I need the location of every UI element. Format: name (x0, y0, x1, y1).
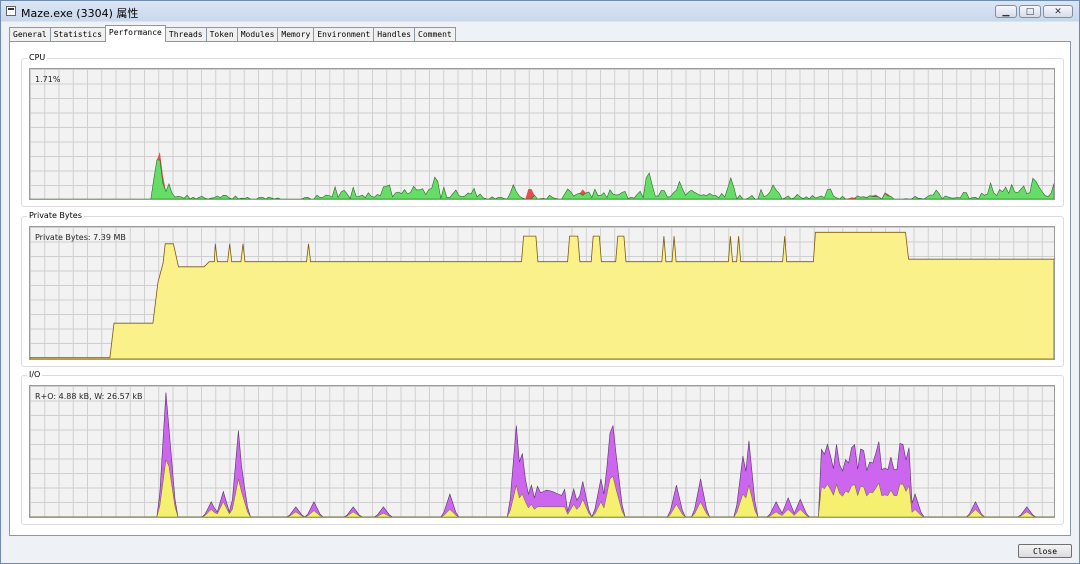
tab-token[interactable]: Token (205, 27, 238, 42)
tab-performance[interactable]: Performance (104, 25, 166, 42)
window-controls: ▁ □ ✕ (995, 5, 1073, 18)
window-title: Maze.exe (3304) 属性 (21, 7, 139, 20)
io-group-label: I/O (27, 370, 43, 379)
cpu-group: CPU 1.71% (21, 53, 1064, 207)
cpu-kernel-area (30, 152, 1054, 199)
private-bytes-area (30, 231, 1054, 359)
private-bytes-value: Private Bytes: 7.39 MB (35, 233, 126, 242)
tab-memory[interactable]: Memory (277, 27, 315, 42)
properties-window: Maze.exe (3304) 属性 ▁ □ ✕ General Statist… (0, 0, 1080, 564)
cpu-value: 1.71% (35, 75, 61, 84)
close-window-button[interactable]: ✕ (1043, 5, 1073, 18)
io-plot (30, 392, 1054, 517)
minimize-button[interactable]: ▁ (995, 5, 1017, 18)
io-graph: R+O: 4.88 kB, W: 26.57 kB (29, 385, 1055, 518)
cpu-plot (30, 152, 1054, 199)
tab-comment[interactable]: Comment (414, 27, 456, 42)
private-bytes-plot (30, 231, 1054, 359)
io-value: R+O: 4.88 kB, W: 26.57 kB (35, 392, 143, 401)
io-group: I/O R+O: 4.88 kB, W: 26.57 kB (21, 370, 1064, 525)
app-icon (6, 6, 16, 16)
title-bar[interactable]: Maze.exe (3304) 属性 ▁ □ ✕ (1, 1, 1079, 23)
tab-general[interactable]: General (9, 27, 51, 42)
tab-handles[interactable]: Handles (373, 27, 416, 42)
tab-threads[interactable]: Threads (164, 27, 207, 42)
private-bytes-graph: Private Bytes: 7.39 MB (29, 226, 1055, 360)
private-bytes-group: Private Bytes Private Bytes: 7.39 MB (21, 211, 1064, 367)
close-icon: ✕ (1054, 6, 1062, 17)
cpu-graph: 1.71% (29, 68, 1055, 200)
tab-strip: General Statistics Performance Threads T… (9, 25, 456, 42)
performance-panel: CPU 1.71% Private Bytes Private Bytes: 7… (9, 41, 1071, 536)
minimize-icon: ▁ (1002, 6, 1010, 17)
close-button[interactable]: Close (1018, 544, 1072, 558)
maximize-icon: □ (1025, 6, 1035, 17)
tab-environment[interactable]: Environment (313, 27, 375, 42)
private-bytes-group-label: Private Bytes (27, 211, 84, 220)
cpu-user-area (30, 159, 1054, 199)
cpu-group-label: CPU (27, 53, 48, 62)
tab-modules[interactable]: Modules (236, 27, 279, 42)
tab-statistics[interactable]: Statistics (49, 27, 106, 42)
maximize-button[interactable]: □ (1019, 5, 1041, 18)
